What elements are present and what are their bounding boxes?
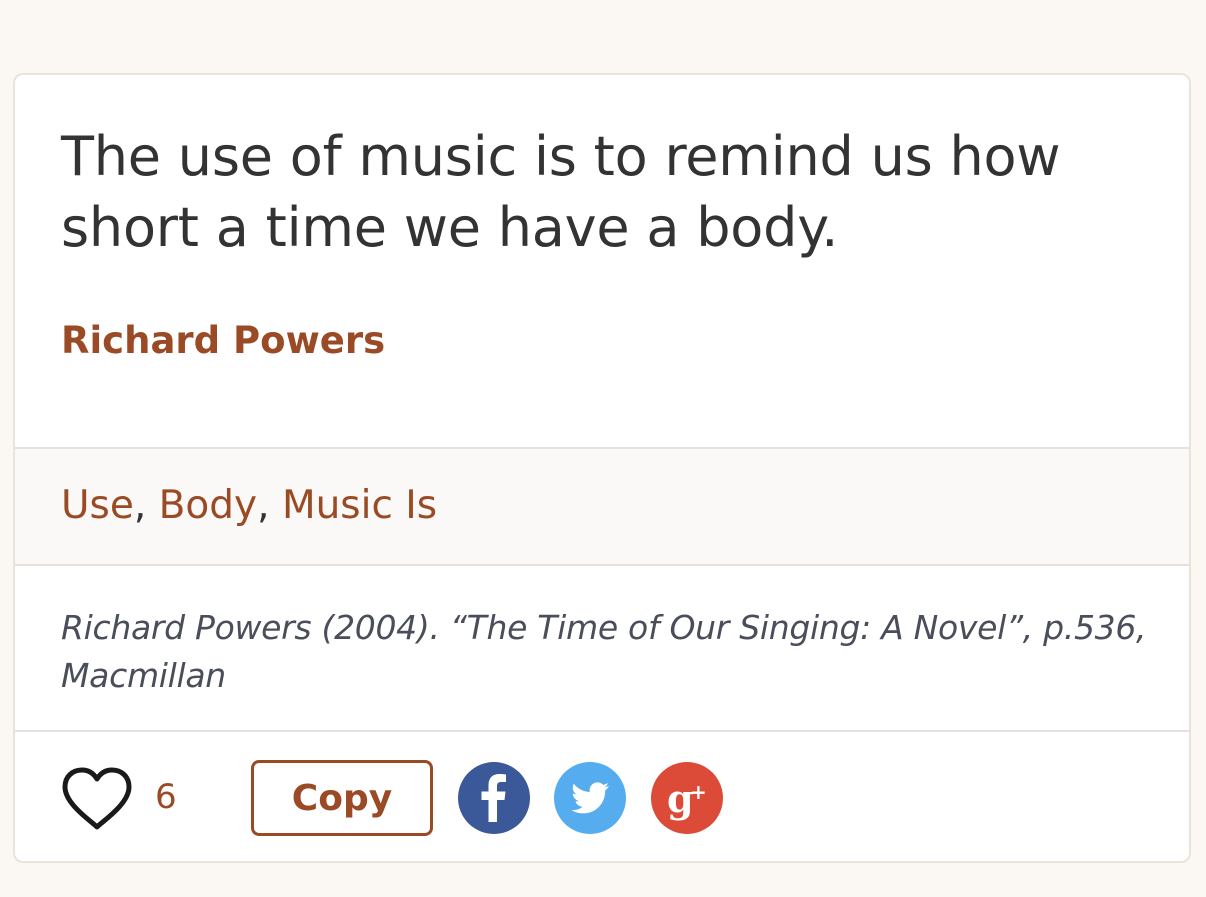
tag-use[interactable]: Use [61,483,134,528]
twitter-icon[interactable] [554,762,626,834]
source-citation: Richard Powers (2004). “The Time of Our … [61,608,1147,695]
like-count: 6 [155,777,177,817]
copy-button[interactable]: Copy [251,760,433,836]
tag-separator: , [257,483,270,528]
tag-music-is[interactable]: Music Is [282,483,437,528]
source-section: Richard Powers (2004). “The Time of Our … [15,566,1189,732]
tags-section: Use, Body, Music Is [15,449,1189,566]
heart-icon[interactable] [61,766,133,832]
facebook-icon[interactable] [458,762,530,834]
tag-body[interactable]: Body [159,483,257,528]
quote-text[interactable]: The use of music is to remind us how sho… [61,121,1143,263]
quote-section: The use of music is to remind us how sho… [15,75,1189,449]
quote-card: The use of music is to remind us how sho… [13,73,1191,863]
google-plus-icon[interactable]: g + [651,762,723,834]
author-link[interactable]: Richard Powers [61,319,385,362]
tag-separator: , [133,483,147,528]
action-bar: 6 Copy g + [15,732,1189,861]
svg-text:+: + [690,780,707,804]
